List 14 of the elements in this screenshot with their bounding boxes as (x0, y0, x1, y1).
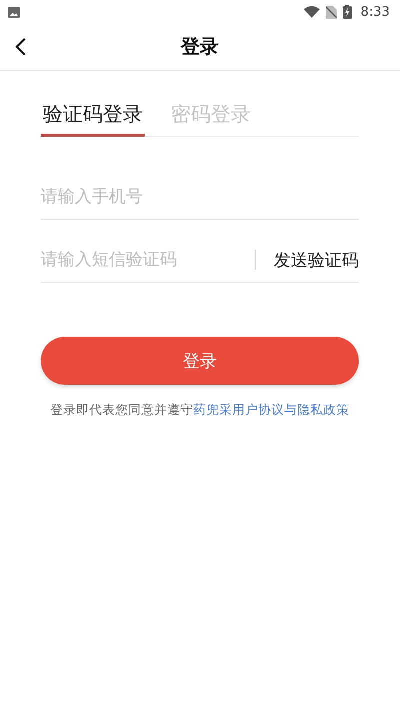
status-time: 8:33 (360, 4, 390, 20)
login-button[interactable]: 登录 (41, 337, 359, 385)
agreement-link[interactable]: 药兜采用户协议与隐私政策 (194, 402, 350, 417)
back-icon[interactable] (15, 38, 26, 56)
no-sim-icon (326, 6, 337, 18)
wifi-icon (304, 6, 320, 18)
battery-icon (342, 5, 352, 19)
page-title: 登录 (181, 35, 219, 60)
phone-field[interactable]: 请输入手机号 (41, 187, 359, 207)
code-field[interactable]: 请输入短信验证码 (41, 250, 255, 270)
agreement-text: 登录即代表您同意并遵守药兜采用户协议与隐私政策 (50, 402, 350, 419)
image-icon (8, 6, 20, 18)
send-code-button[interactable]: 发送验证码 (274, 248, 359, 272)
login-tab[interactable]: 验证码登录 (41, 97, 145, 137)
